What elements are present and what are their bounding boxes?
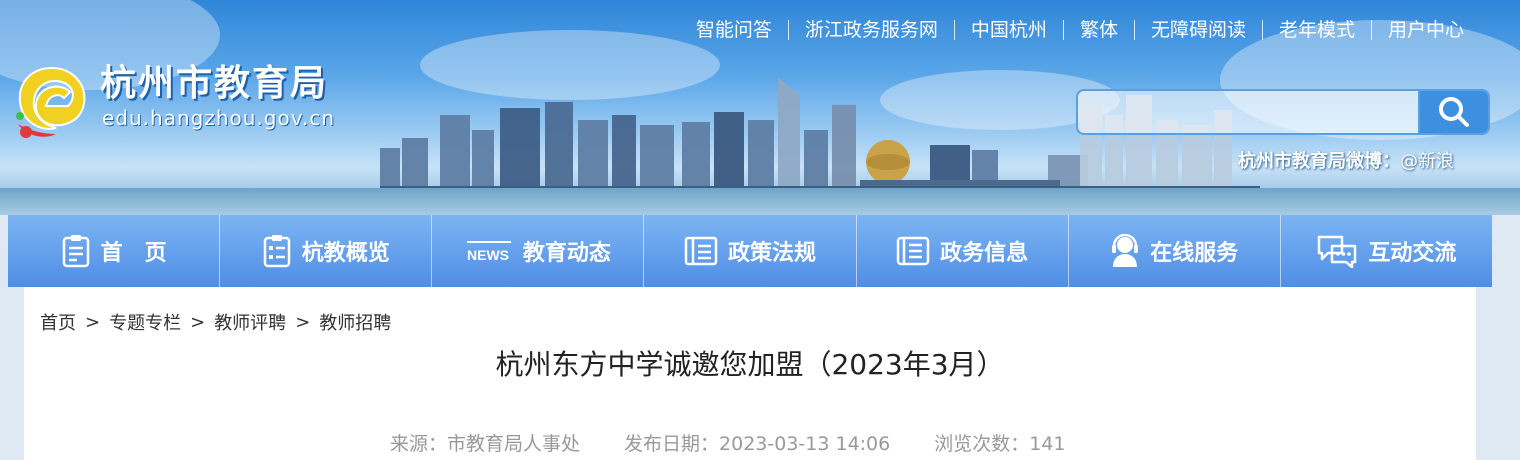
breadcrumb-teacher-recruitment[interactable]: 教师招聘 [319,309,391,335]
article-view-count: 浏览次数：141 [934,433,1066,455]
search-input[interactable] [1078,91,1418,133]
lake-water [0,188,1520,215]
link-traditional-chinese[interactable]: 繁体 [1064,18,1134,42]
article-panel: 首页 > 专题专栏 > 教师评聘 > 教师招聘 杭州东方中学诚邀您加盟（2023… [24,287,1476,460]
book-icon [684,235,718,267]
document-icon [896,235,930,267]
breadcrumb-separator: > [295,311,311,333]
link-elderly-mode[interactable]: 老年模式 [1263,18,1371,42]
search-box [1076,89,1490,135]
nav-education-news[interactable]: NEWS 教育动态 [432,215,645,287]
breadcrumb-separator: > [190,311,206,333]
site-logo[interactable]: 杭州市教育局 edu.hangzhou.gov.cn [12,62,335,140]
breadcrumb-home[interactable]: 首页 [40,309,76,335]
header-banner: 智能问答 浙江政务服务网 中国杭州 繁体 无障碍阅读 老年模式 用户中心 杭州市… [0,0,1520,215]
education-bureau-emblem-icon [16,66,86,138]
weibo-handle: @新浪 [1400,151,1454,172]
search-button[interactable] [1418,91,1488,133]
main-nav: 首 页 杭教概览 NEWS 教育动态 政策法规 政务信息 在线服务 互动交流 [8,215,1492,287]
link-china-hangzhou[interactable]: 中国杭州 [955,18,1063,42]
link-zhejiang-gov-service[interactable]: 浙江政务服务网 [789,18,954,42]
nav-overview-label: 杭教概览 [301,241,390,266]
nav-online-service-label: 在线服务 [1150,241,1239,266]
site-title: 杭州市教育局 [100,63,329,104]
home-doc-icon [61,234,91,268]
list-doc-icon [262,234,292,268]
article-meta: 来源：市教育局人事处 发布日期：2023-03-13 14:06 浏览次数：14… [390,429,1110,456]
article-source: 来源：市教育局人事处 [390,433,581,455]
nav-interaction-label: 互动交流 [1368,241,1457,266]
nav-home[interactable]: 首 页 [8,215,221,287]
nav-government-info[interactable]: 政务信息 [857,215,1069,287]
nav-home-label: 首 页 [100,241,167,266]
breadcrumb-special-topics[interactable]: 专题专栏 [109,309,181,335]
nav-policy-label: 政策法规 [727,241,816,266]
article-publish-date: 发布日期：2023-03-13 14:06 [624,433,891,455]
nav-policy[interactable]: 政策法规 [644,215,857,287]
weibo-link[interactable]: 杭州市教育局微博：@新浪 [1238,147,1454,173]
article-title: 杭州东方中学诚邀您加盟（2023年3月） [495,348,1005,381]
chat-icon [1316,234,1358,268]
nav-education-news-label: 教育动态 [522,241,611,266]
link-user-center[interactable]: 用户中心 [1372,18,1480,42]
link-smart-qa[interactable]: 智能问答 [680,18,788,42]
news-icon: NEWS [465,236,513,266]
top-utility-links: 智能问答 浙江政务服务网 中国杭州 繁体 无障碍阅读 老年模式 用户中心 [680,18,1480,42]
svg-text:NEWS: NEWS [467,247,509,263]
weibo-label: 杭州市教育局微博： [1238,151,1400,172]
nav-government-info-label: 政务信息 [940,241,1029,266]
headset-icon [1110,234,1140,268]
search-icon [1439,97,1469,127]
breadcrumb: 首页 > 专题专栏 > 教师评聘 > 教师招聘 [40,309,391,335]
nav-interaction[interactable]: 互动交流 [1281,215,1492,287]
nav-online-service[interactable]: 在线服务 [1069,215,1281,287]
nav-overview[interactable]: 杭教概览 [220,215,433,287]
site-url: edu.hangzhou.gov.cn [102,106,336,130]
breadcrumb-separator: > [85,311,101,333]
breadcrumb-teacher-evaluation[interactable]: 教师评聘 [214,309,286,335]
link-accessible-reading[interactable]: 无障碍阅读 [1135,18,1262,42]
